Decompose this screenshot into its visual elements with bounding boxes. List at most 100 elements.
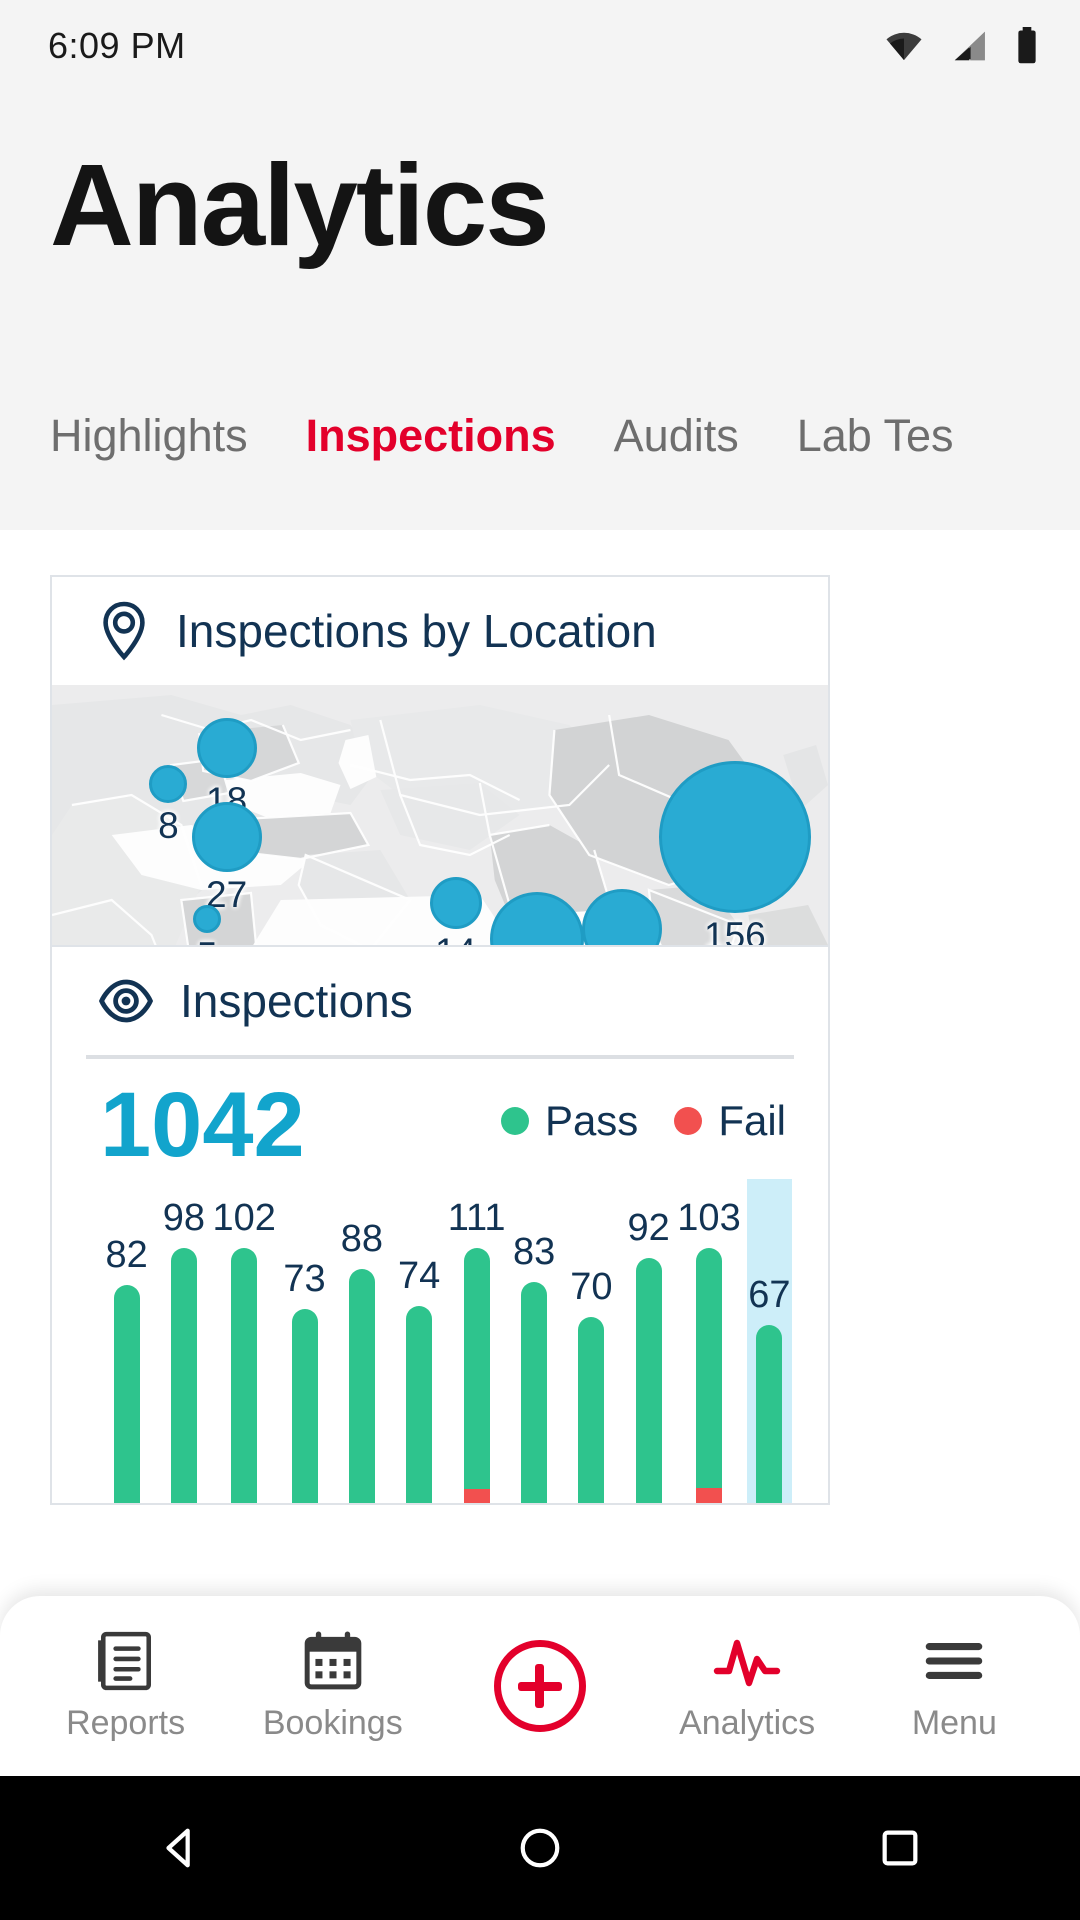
- calendar-icon: [304, 1630, 362, 1689]
- bottom-navigation-bar: Reports Bookings Analytics Menu: [0, 1596, 1080, 1776]
- pulse-activity-icon: [713, 1639, 781, 1686]
- map-bubble[interactable]: [191, 801, 262, 872]
- document-list-icon: [97, 1631, 151, 1690]
- bar-value-label: 111: [447, 1197, 506, 1239]
- back-triangle-icon: [166, 1828, 190, 1868]
- legend-dot-pass: [500, 1107, 529, 1135]
- bar-value-label: 82: [105, 1233, 148, 1276]
- status-bar: 6:09 PM: [0, 0, 1080, 92]
- bar-stack: [406, 1306, 433, 1503]
- bar-value-label: 88: [340, 1217, 383, 1260]
- map-bubble[interactable]: [658, 760, 811, 913]
- back-button[interactable]: [120, 1776, 240, 1920]
- legend-label-fail: Fail: [718, 1097, 786, 1144]
- cellular-signal-icon: [954, 31, 985, 61]
- bar-stack: [291, 1308, 318, 1503]
- bar-stack: [756, 1324, 783, 1503]
- nav-label-bookings: Bookings: [262, 1703, 403, 1742]
- inspections-card[interactable]: Inspections 1042 Pass Fail 82 98 102 73 88 74…: [50, 945, 830, 1505]
- add-plus-icon[interactable]: [493, 1640, 586, 1732]
- inspections-card-header: Inspections: [52, 947, 828, 1055]
- bar-value-label: 103: [677, 1197, 741, 1239]
- home-circle-icon: [520, 1828, 560, 1868]
- bar-stack: [521, 1282, 548, 1503]
- map-card-header: Inspections by Location: [52, 577, 828, 685]
- bar-value-label: 67: [748, 1273, 791, 1316]
- bar-segment-pass: [463, 1248, 490, 1490]
- map-bubble[interactable]: [149, 765, 188, 803]
- page-header: Analytics Highlights Inspections Audits …: [0, 92, 1080, 530]
- bar-segment-pass: [113, 1284, 140, 1503]
- tab-bar: Highlights Inspections Audits Lab Tes: [0, 410, 1080, 462]
- bar-column[interactable]: 73: [276, 1197, 333, 1503]
- page-title: Analytics: [50, 140, 550, 270]
- bar-value-label: 92: [627, 1207, 670, 1250]
- bar-value-label: 83: [512, 1231, 556, 1274]
- bar-column[interactable]: 98: [155, 1197, 212, 1503]
- bar-column[interactable]: 88: [333, 1197, 390, 1503]
- bar-column[interactable]: 70: [563, 1197, 620, 1503]
- android-system-nav: [0, 1776, 1080, 1920]
- inspections-card-title: Inspections: [180, 975, 413, 1027]
- bar-segment-pass: [348, 1268, 375, 1503]
- bar-segment-pass: [756, 1324, 783, 1503]
- bar-segment-pass: [578, 1316, 605, 1503]
- legend-dot-fail: [674, 1107, 703, 1135]
- nav-item-reports[interactable]: Reports: [36, 1630, 216, 1743]
- bar-stack: [635, 1258, 662, 1503]
- nav-item-add[interactable]: [450, 1640, 630, 1732]
- eye-icon: [98, 979, 154, 1023]
- status-time: 6:09 PM: [48, 25, 186, 66]
- bar-segment-fail: [696, 1488, 722, 1503]
- bar-column[interactable]: 111: [448, 1197, 506, 1503]
- recents-square-icon: [882, 1830, 918, 1866]
- bar-column[interactable]: 67: [741, 1179, 798, 1503]
- bar-segment-pass: [291, 1308, 318, 1503]
- bar-value-label: 102: [212, 1197, 276, 1239]
- inspections-bar-chart[interactable]: 82 98 102 73 88 74 111 83 70 92 103 67: [98, 1179, 798, 1503]
- nav-item-menu[interactable]: Menu: [864, 1630, 1044, 1743]
- bar-column[interactable]: 103: [677, 1197, 741, 1503]
- tab-highlights[interactable]: Highlights: [50, 410, 248, 462]
- map-bubble[interactable]: [429, 876, 482, 929]
- bar-value-label: 73: [283, 1257, 326, 1300]
- nav-label-analytics: Analytics: [679, 1703, 816, 1742]
- bar-value-label: 98: [162, 1197, 206, 1239]
- bar-segment-pass: [231, 1248, 258, 1503]
- bar-column[interactable]: 83: [506, 1197, 563, 1503]
- bar-stack: [113, 1284, 140, 1503]
- tab-inspections[interactable]: Inspections: [306, 410, 556, 462]
- nav-item-bookings[interactable]: Bookings: [243, 1630, 423, 1743]
- bar-segment-pass: [696, 1248, 722, 1489]
- bar-column[interactable]: 82: [98, 1197, 155, 1503]
- map-bubble[interactable]: [193, 905, 222, 934]
- bar-column[interactable]: 92: [620, 1197, 677, 1503]
- inspections-summary-row: 1042 Pass Fail: [52, 1079, 828, 1199]
- bar-column[interactable]: 74: [390, 1197, 447, 1503]
- home-button[interactable]: [480, 1776, 600, 1920]
- status-icons: [884, 27, 1040, 65]
- battery-icon: [1018, 27, 1036, 64]
- divider: [86, 1055, 794, 1059]
- map-pin-icon: [103, 601, 145, 661]
- legend-label-pass: Pass: [544, 1097, 639, 1144]
- map-card-title: Inspections by Location: [176, 605, 657, 657]
- bar-segment-pass: [170, 1248, 197, 1503]
- bar-value-label: 70: [570, 1265, 613, 1308]
- tab-lab-tests[interactable]: Lab Tes: [797, 410, 954, 462]
- legend-item-fail[interactable]: Fail: [674, 1097, 786, 1145]
- nav-label-menu: Menu: [911, 1703, 997, 1742]
- nav-label-reports: Reports: [66, 1703, 186, 1742]
- bar-stack: [231, 1248, 258, 1503]
- hamburger-menu-icon: [926, 1642, 983, 1679]
- tab-audits[interactable]: Audits: [614, 410, 739, 462]
- recents-button[interactable]: [840, 1776, 960, 1920]
- bar-column[interactable]: 102: [213, 1197, 276, 1503]
- map-bubble[interactable]: [196, 717, 257, 778]
- map-bubble-label: 8: [158, 805, 179, 846]
- bar-segment-pass: [635, 1258, 662, 1503]
- bar-stack: [578, 1316, 605, 1503]
- legend-item-pass[interactable]: Pass: [500, 1097, 639, 1145]
- app-root: 6:09 PM Analytics Highlights Inspections…: [0, 0, 1080, 1920]
- nav-item-analytics[interactable]: Analytics: [657, 1630, 837, 1743]
